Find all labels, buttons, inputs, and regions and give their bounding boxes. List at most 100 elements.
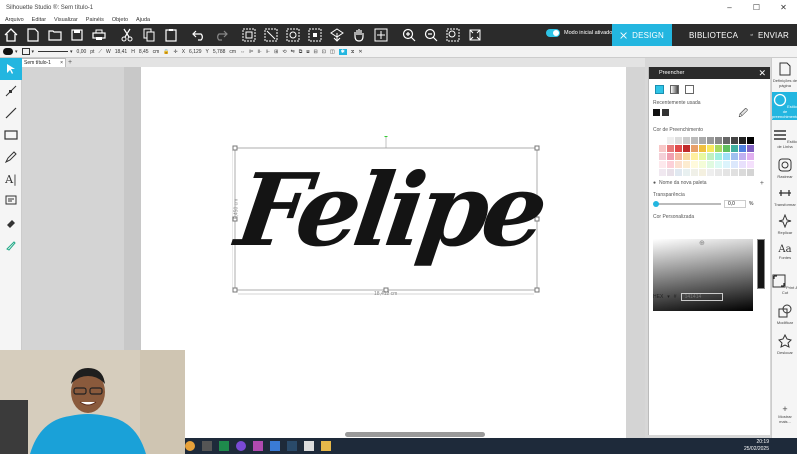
app-icon[interactable]	[304, 441, 314, 451]
gradient-fill-tab[interactable]	[670, 85, 679, 94]
home-button[interactable]	[0, 24, 22, 46]
palette-swatch[interactable]	[659, 161, 666, 168]
palette-swatch[interactable]	[675, 169, 682, 176]
select-tool[interactable]	[0, 58, 22, 80]
palette-swatch[interactable]	[683, 169, 690, 176]
selected-text-object[interactable]: Felipe 8,450 cm 18,412 cm	[230, 132, 549, 297]
eraser-tool[interactable]	[0, 212, 22, 234]
palette-swatch[interactable]	[691, 137, 698, 144]
biblioteca-tab[interactable]: BIBLIOTECA	[676, 24, 740, 46]
app-icon[interactable]	[270, 441, 280, 451]
hex-dropdown-icon[interactable]: ▾	[667, 294, 670, 300]
palette-swatch[interactable]	[723, 169, 730, 176]
close-window-button[interactable]: ✕	[770, 0, 797, 16]
palette-swatch[interactable]	[683, 145, 690, 152]
steam-icon[interactable]	[287, 441, 297, 451]
palette-swatch[interactable]	[683, 161, 690, 168]
palette-swatch[interactable]	[659, 153, 666, 160]
palette-swatch[interactable]	[715, 145, 722, 152]
open-button[interactable]	[44, 24, 66, 46]
knife-icon[interactable]: ⧖	[351, 49, 355, 55]
palette-swatch[interactable]	[731, 153, 738, 160]
y-field[interactable]: 5,788	[213, 49, 226, 55]
page-setup-nav[interactable]: Definições de página	[772, 62, 797, 88]
fill-color-picker[interactable]: ▾	[3, 48, 18, 55]
menu-objeto[interactable]: Objeto	[112, 16, 128, 24]
hue-slider[interactable]	[757, 239, 765, 289]
line-style-picker[interactable]: ▾	[38, 49, 73, 55]
rectangle-tool[interactable]	[0, 124, 22, 146]
hex-field[interactable]: 141414	[680, 293, 723, 301]
print-cut-nav[interactable]: Print & Cut	[772, 274, 797, 295]
bring-forward-button[interactable]	[326, 24, 348, 46]
save-button[interactable]	[66, 24, 88, 46]
palette-swatch[interactable]	[675, 153, 682, 160]
comment-tool[interactable]	[0, 190, 22, 212]
point-edit-tool[interactable]	[0, 80, 22, 102]
menu-paineis[interactable]: Painéis	[86, 16, 104, 24]
palette-swatch[interactable]	[715, 137, 722, 144]
palette-swatch[interactable]	[699, 161, 706, 168]
line-color-picker[interactable]: ▾	[21, 48, 34, 55]
align-left-icon[interactable]: ⊫	[249, 49, 253, 55]
palette-swatch[interactable]	[731, 137, 738, 144]
palette-swatch[interactable]	[723, 137, 730, 144]
recent-swatch[interactable]	[653, 109, 660, 116]
mirror-icon[interactable]: ⇋	[291, 49, 295, 55]
design-tab[interactable]: DESIGN	[612, 24, 672, 46]
palette-swatch[interactable]	[683, 153, 690, 160]
chrome-icon[interactable]	[185, 441, 195, 451]
palette-swatch[interactable]	[691, 169, 698, 176]
height-field[interactable]: 8,45	[139, 49, 149, 55]
palette-swatch[interactable]	[739, 153, 746, 160]
palette-swatch[interactable]	[699, 153, 706, 160]
distribute-icon[interactable]: ⊞	[274, 49, 278, 55]
clock[interactable]: 20:19 25/02/2025	[744, 439, 769, 453]
toggle-switch[interactable]	[546, 29, 560, 37]
fit-page-button[interactable]	[464, 24, 486, 46]
move-button[interactable]	[370, 24, 392, 46]
rotate-icon[interactable]: ⟲	[282, 49, 286, 55]
palette-swatch[interactable]	[691, 161, 698, 168]
palette-swatch[interactable]	[739, 145, 746, 152]
palette-swatch[interactable]	[731, 161, 738, 168]
palette-swatch[interactable]	[731, 145, 738, 152]
new-tab-button[interactable]: +	[68, 58, 72, 67]
show-more-nav[interactable]: + Mostrar mais...	[772, 404, 797, 424]
palette-swatch[interactable]	[723, 161, 730, 168]
palette-swatch[interactable]	[723, 153, 730, 160]
width-field[interactable]: 18,41	[115, 49, 128, 55]
close-options-icon[interactable]: ✕	[358, 49, 362, 55]
horizontal-scrollbar[interactable]	[345, 432, 485, 437]
pattern-fill-tab[interactable]	[685, 85, 694, 94]
eyedropper-icon[interactable]: 🖉	[738, 106, 748, 122]
menu-ajuda[interactable]: Ajuda	[136, 16, 150, 24]
slider-handle[interactable]	[653, 201, 659, 207]
palette-swatch[interactable]	[667, 161, 674, 168]
app-icon[interactable]	[321, 441, 331, 451]
palette-swatch[interactable]	[731, 169, 738, 176]
palette-swatch[interactable]	[659, 137, 666, 144]
modify-nav[interactable]: Modificar	[772, 304, 797, 325]
palette-swatch[interactable]	[675, 145, 682, 152]
pen-tool[interactable]	[0, 146, 22, 168]
palette-name[interactable]: Nome da nova paleta	[659, 180, 707, 186]
transform-nav[interactable]: Transformar	[772, 186, 797, 207]
palette-swatch[interactable]	[675, 137, 682, 144]
zoom-select-button[interactable]	[442, 24, 464, 46]
palette-swatch[interactable]	[707, 161, 714, 168]
offset-icon[interactable]: ◫	[330, 49, 335, 55]
palette-swatch[interactable]	[699, 145, 706, 152]
menu-editar[interactable]: Editar	[32, 16, 46, 24]
trace-icon[interactable]: ✱	[338, 48, 347, 55]
palette-swatch[interactable]	[747, 137, 754, 144]
transparency-slider[interactable]	[653, 201, 721, 207]
home-mode-toggle[interactable]: Modo inicial ativado	[546, 29, 612, 37]
palette-swatch[interactable]	[715, 161, 722, 168]
palette-swatch[interactable]	[739, 161, 746, 168]
align-center-icon[interactable]: ⊪	[257, 49, 261, 55]
palette-swatch[interactable]	[667, 145, 674, 152]
palette-swatch[interactable]	[699, 169, 706, 176]
undo-button[interactable]	[188, 24, 210, 46]
replicate-nav[interactable]: Replicar	[772, 213, 797, 235]
